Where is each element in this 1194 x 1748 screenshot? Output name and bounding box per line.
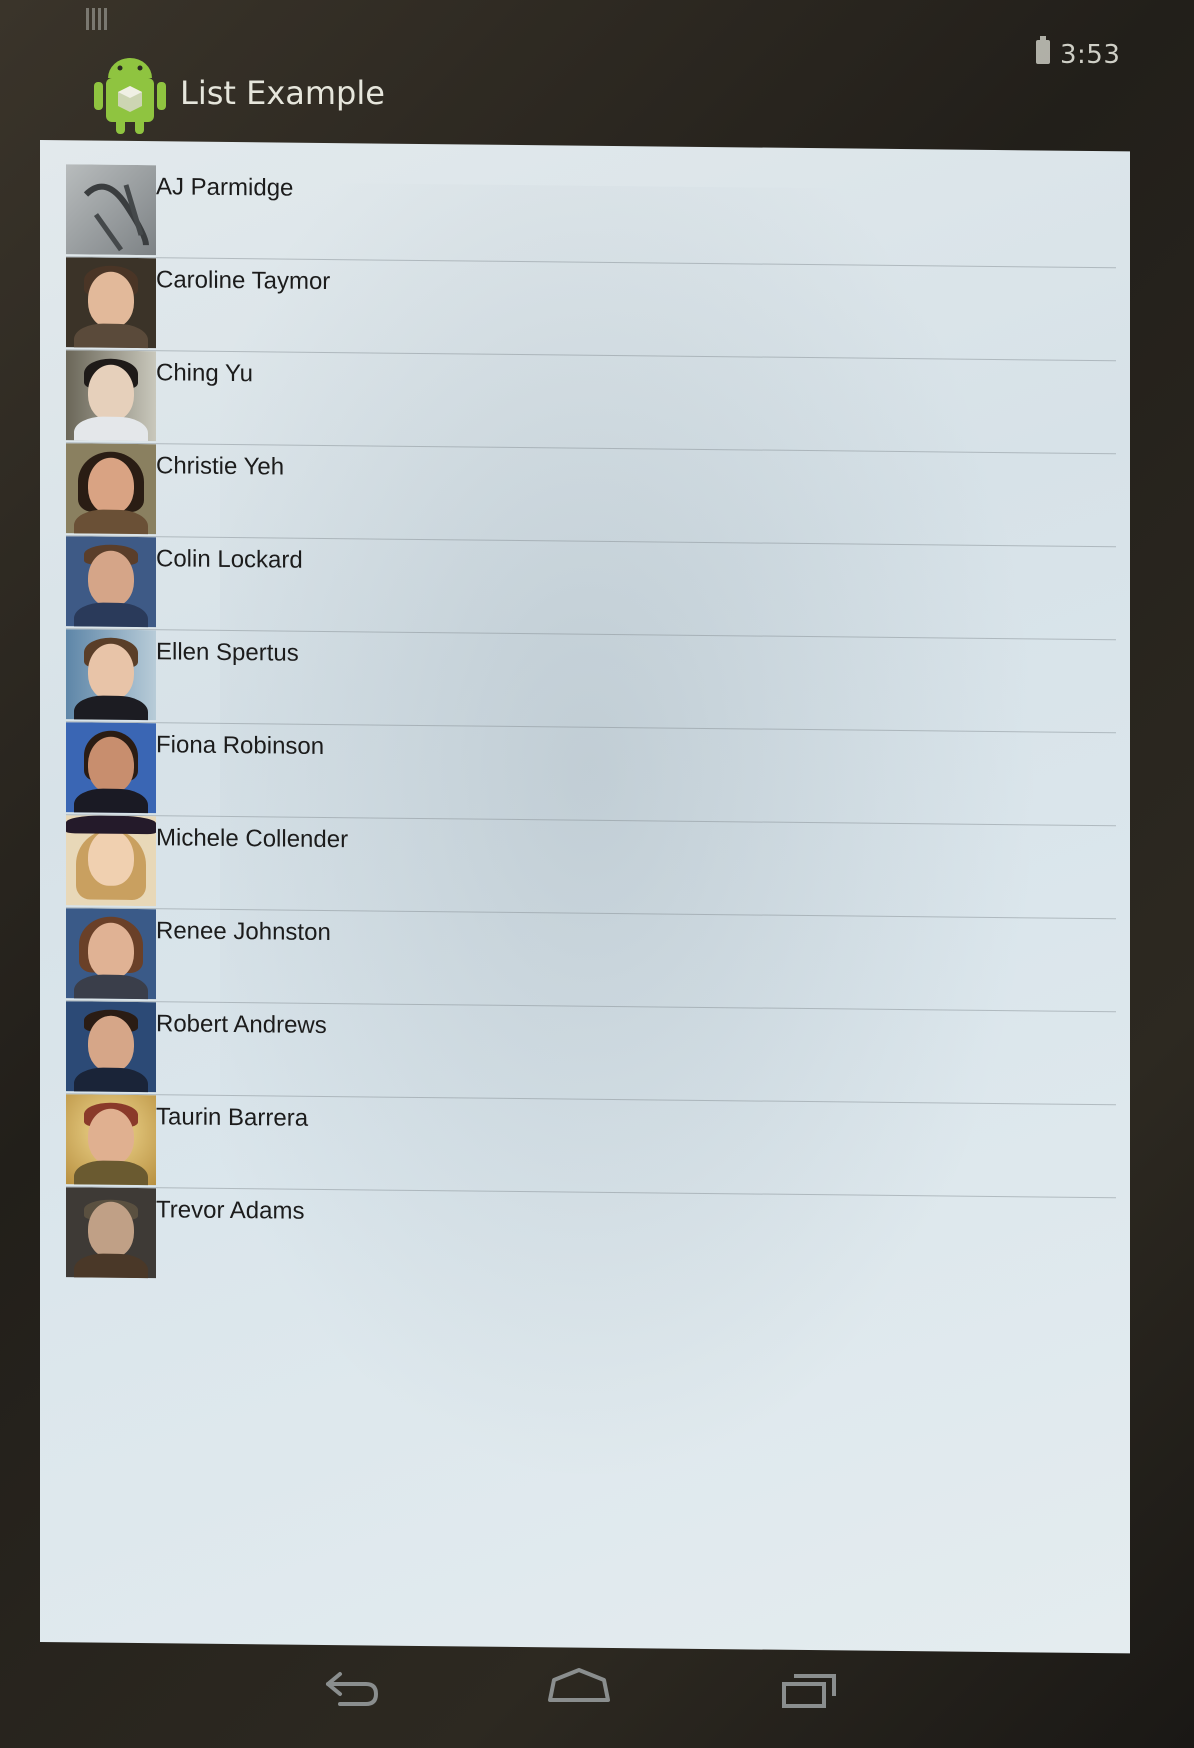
contact-list: AJ Parmidge Caroline Taymor Ching Yu Chr… bbox=[66, 164, 1116, 1290]
list-item[interactable]: Robert Andrews bbox=[66, 1001, 1116, 1106]
avatar bbox=[66, 536, 156, 628]
back-icon[interactable] bbox=[316, 1664, 386, 1714]
contact-name: Taurin Barrera bbox=[156, 1103, 309, 1132]
avatar bbox=[66, 164, 156, 256]
app-title: List Example bbox=[180, 74, 385, 112]
avatar bbox=[66, 908, 156, 1000]
notification-icon[interactable] bbox=[86, 8, 108, 30]
tablet-screen: 3:53 List Example AJ Parmidge Caroline T… bbox=[0, 0, 1194, 1748]
list-item[interactable]: Ellen Spertus bbox=[66, 629, 1116, 734]
list-item[interactable]: Caroline Taymor bbox=[66, 257, 1116, 362]
list-item[interactable]: AJ Parmidge bbox=[66, 164, 1116, 269]
android-icon[interactable] bbox=[92, 52, 168, 136]
avatar bbox=[66, 350, 156, 442]
contact-name: Robert Andrews bbox=[156, 1010, 327, 1040]
contact-name: Ellen Spertus bbox=[156, 638, 299, 667]
contact-name: Caroline Taymor bbox=[156, 266, 331, 296]
contact-name: Michele Collender bbox=[156, 824, 349, 854]
avatar bbox=[66, 1187, 156, 1279]
contact-name: Renee Johnston bbox=[156, 917, 331, 947]
list-view[interactable]: AJ Parmidge Caroline Taymor Ching Yu Chr… bbox=[40, 140, 1130, 1654]
avatar bbox=[66, 1001, 156, 1093]
list-item[interactable]: Renee Johnston bbox=[66, 908, 1116, 1013]
avatar bbox=[66, 815, 156, 907]
status-bar: 3:53 bbox=[0, 0, 1194, 70]
list-item[interactable]: Fiona Robinson bbox=[66, 722, 1116, 827]
contact-name: Trevor Adams bbox=[156, 1196, 305, 1225]
contact-name: Fiona Robinson bbox=[156, 731, 325, 760]
recent-apps-icon[interactable] bbox=[776, 1664, 846, 1714]
avatar bbox=[66, 443, 156, 535]
contact-name: Christie Yeh bbox=[156, 452, 285, 481]
avatar bbox=[66, 722, 156, 814]
list-item[interactable]: Colin Lockard bbox=[66, 536, 1116, 641]
list-item[interactable]: Ching Yu bbox=[66, 350, 1116, 455]
list-item[interactable]: Trevor Adams bbox=[66, 1187, 1116, 1290]
contact-name: Ching Yu bbox=[156, 359, 253, 388]
avatar bbox=[66, 1094, 156, 1186]
list-item[interactable]: Christie Yeh bbox=[66, 443, 1116, 548]
contact-name: AJ Parmidge bbox=[156, 173, 294, 202]
contact-name: Colin Lockard bbox=[156, 545, 303, 574]
action-bar: List Example bbox=[0, 44, 1194, 140]
avatar bbox=[66, 629, 156, 721]
avatar bbox=[66, 257, 156, 349]
home-icon[interactable] bbox=[544, 1664, 614, 1714]
list-item[interactable]: Taurin Barrera bbox=[66, 1094, 1116, 1199]
list-item[interactable]: Michele Collender bbox=[66, 815, 1116, 920]
navigation-bar bbox=[0, 1644, 1194, 1748]
